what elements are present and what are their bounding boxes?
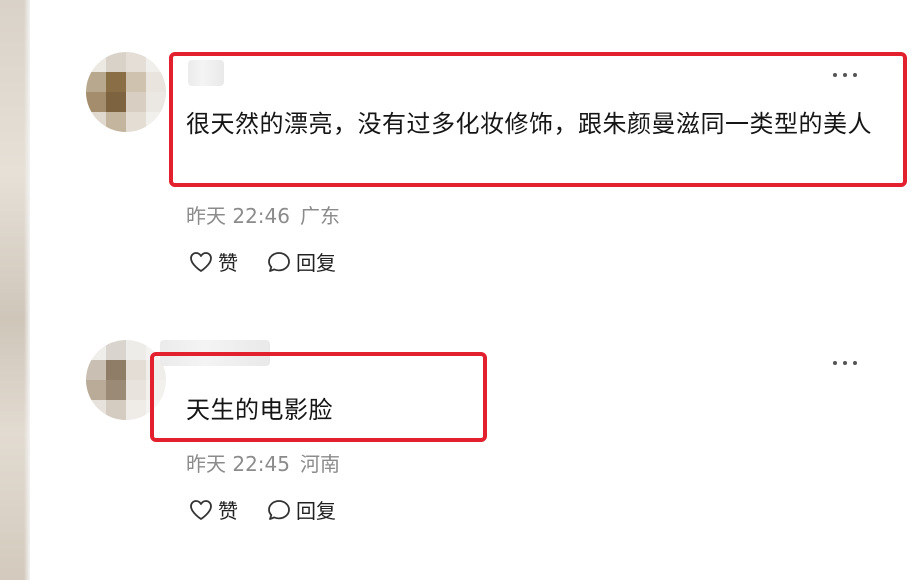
comment-time: 昨天 22:46 [186,204,290,228]
like-button[interactable]: 赞 [188,247,238,276]
like-label: 赞 [218,251,238,275]
comment-actions: 赞 回复 [188,495,336,524]
comment-location: 河南 [300,452,340,476]
speech-bubble-icon [268,499,290,520]
comment-meta: 昨天 22:46 广东 [186,200,340,229]
highlight-box [150,352,487,442]
comment-location: 广东 [300,204,340,228]
comment-actions: 赞 回复 [188,247,336,276]
avatar[interactable] [86,52,166,132]
comment-meta: 昨天 22:45 河南 [186,448,340,477]
reply-label: 回复 [296,251,336,275]
like-button[interactable]: 赞 [188,495,238,524]
reply-button[interactable]: 回复 [266,247,336,276]
heart-icon [190,251,212,272]
reply-label: 回复 [296,499,336,523]
comment-item: 天生的电影脸 昨天 22:45 河南 赞 回复 [0,300,910,580]
speech-bubble-icon [268,251,290,272]
comment-item: 很天然的漂亮，没有过多化妆修饰，跟朱颜曼滋同一类型的美人 昨天 22:46 广东 … [0,0,910,300]
reply-button[interactable]: 回复 [266,495,336,524]
comment-time: 昨天 22:45 [186,452,290,476]
highlight-box [169,52,907,187]
more-dots-icon[interactable] [830,356,860,370]
like-label: 赞 [218,499,238,523]
heart-icon [190,499,212,520]
